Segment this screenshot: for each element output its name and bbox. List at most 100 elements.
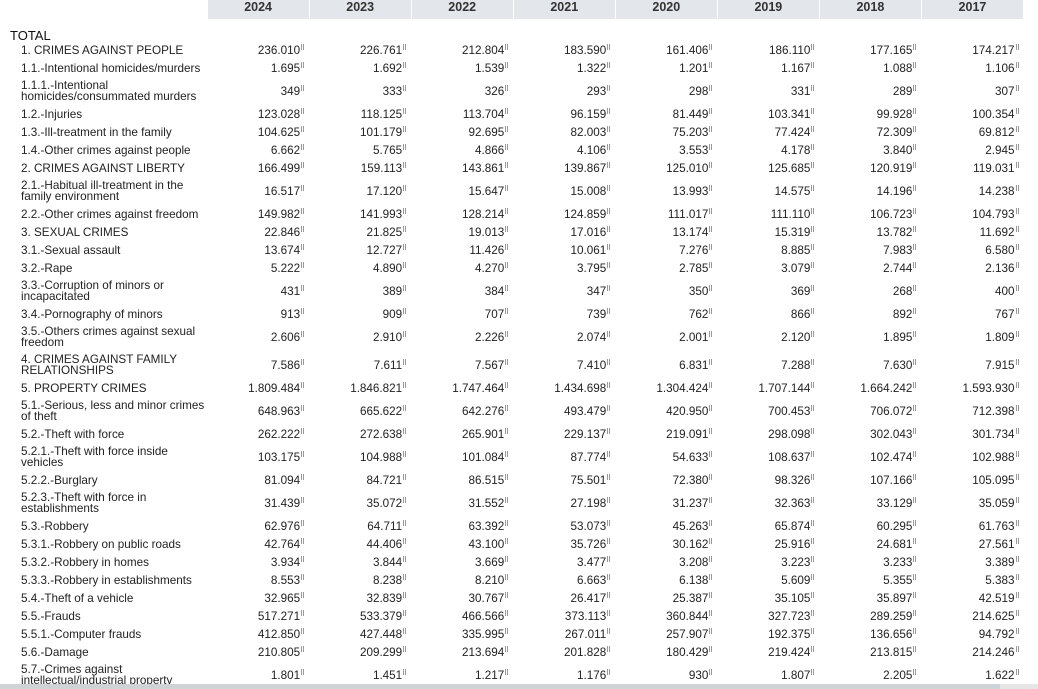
horizontal-scrollbar[interactable] <box>0 684 1038 689</box>
cell-value: 6.831 <box>679 358 709 372</box>
cell-value: 4.178 <box>781 143 811 157</box>
footnote-flag-icon <box>403 284 408 291</box>
footnote-flag-icon <box>709 207 714 214</box>
value-cell: 7.288 <box>717 351 819 379</box>
footnote-flag-icon <box>403 381 408 388</box>
cell-value: 700.453 <box>768 404 811 418</box>
cell-value: 3.208 <box>679 555 709 569</box>
cell-value: 533.379 <box>359 609 403 623</box>
footnote-flag-icon <box>709 143 714 150</box>
cell-value: 125.685 <box>768 161 811 175</box>
row-label: 5.3.2.-Robbery in homes <box>21 555 149 569</box>
value-cell: 75.203 <box>615 123 717 141</box>
footnote-flag-icon <box>913 307 918 314</box>
value-cell: 327.723 <box>717 607 819 625</box>
cell-value: 107.166 <box>870 473 913 487</box>
footnote-flag-icon <box>709 225 714 232</box>
value-cell: 35.105 <box>717 589 819 607</box>
cell-value: 8.238 <box>372 573 403 587</box>
footnote-flag-icon <box>1015 381 1020 388</box>
value-cell: 219.091 <box>615 425 717 443</box>
footnote-flag-icon <box>913 450 918 457</box>
value-cell: 360.844 <box>615 607 717 625</box>
footnote-flag-icon <box>709 450 714 457</box>
cell-value: 7.410 <box>577 358 607 372</box>
value-cell: 1.692 <box>309 59 411 77</box>
year-header-2018[interactable]: 2018 <box>819 0 922 19</box>
cell-value: 2.785 <box>679 261 709 275</box>
cell-value: 210.805 <box>257 645 301 659</box>
value-cell: 10.061 <box>513 241 615 259</box>
value-cell: 84.721 <box>309 471 411 489</box>
value-cell: 102.474 <box>819 443 921 471</box>
footnote-flag-icon <box>811 555 816 562</box>
value-cell: 166.499 <box>207 159 309 177</box>
cell-value: 412.850 <box>257 627 301 641</box>
footnote-flag-icon <box>811 627 816 634</box>
cell-value: 1.707.144 <box>758 381 811 395</box>
cell-value: 1.622 <box>985 668 1015 682</box>
cell-value: 2.910 <box>372 330 403 344</box>
value-cell: 767 <box>921 305 1023 323</box>
footnote-flag-icon <box>607 330 612 337</box>
footnote-flag-icon <box>607 555 612 562</box>
footnote-flag-icon <box>1015 645 1020 652</box>
year-header-2021[interactable]: 2021 <box>513 0 616 19</box>
value-cell: 6.580 <box>921 241 1023 259</box>
footnote-flag-icon <box>301 184 306 191</box>
cell-value: 1.176 <box>577 668 607 682</box>
row-label: 5.3.1.-Robbery on public roads <box>21 537 181 551</box>
footnote-flag-icon <box>709 107 714 114</box>
cell-value: 186.110 <box>768 43 811 57</box>
footnote-flag-icon <box>301 645 306 652</box>
footnote-flag-icon <box>709 284 714 291</box>
cell-value: 12.727 <box>366 243 403 257</box>
cell-value: 226.761 <box>359 43 403 57</box>
cell-value: 75.203 <box>672 125 709 139</box>
cell-value: 101.179 <box>359 125 403 139</box>
footnote-flag-icon <box>913 207 918 214</box>
horizontal-scrollbar-thumb[interactable] <box>0 684 1000 689</box>
cell-value: 762 <box>688 307 709 321</box>
year-header-row: 2024 2023 2022 2021 2020 2019 2018 2017 <box>0 0 1025 19</box>
footnote-flag-icon <box>709 61 714 68</box>
value-cell: 1.304.424 <box>615 379 717 397</box>
cell-value: 62.976 <box>264 519 301 533</box>
value-cell: 2.001 <box>615 323 717 351</box>
footnote-flag-icon <box>301 537 306 544</box>
footnote-flag-icon <box>709 243 714 250</box>
footnote-flag-icon <box>607 243 612 250</box>
cell-value: 1.895 <box>883 330 913 344</box>
footnote-flag-icon <box>913 358 918 365</box>
value-cell: 103.341 <box>717 105 819 123</box>
row-label: 1.2.-Injuries <box>21 107 83 121</box>
year-header-2017[interactable]: 2017 <box>921 0 1025 19</box>
footnote-flag-icon <box>505 496 510 503</box>
cell-value: 180.429 <box>666 645 709 659</box>
cell-value: 61.763 <box>978 519 1015 533</box>
footnote-flag-icon <box>709 668 714 675</box>
footnote-flag-icon <box>1015 609 1020 616</box>
footnote-flag-icon <box>811 43 816 50</box>
value-cell: 27.561 <box>921 535 1023 553</box>
value-cell: 265.901 <box>411 425 513 443</box>
footnote-flag-icon <box>913 537 918 544</box>
footnote-flag-icon <box>1015 161 1020 168</box>
footnote-flag-icon <box>811 519 816 526</box>
year-header-2019[interactable]: 2019 <box>717 0 820 19</box>
value-cell: 86.515 <box>411 471 513 489</box>
footnote-flag-icon <box>1015 450 1020 457</box>
cell-value: 333 <box>382 84 403 98</box>
year-header-2024[interactable]: 2024 <box>207 0 310 19</box>
footnote-flag-icon <box>505 645 510 652</box>
cell-value: 136.656 <box>870 627 913 641</box>
value-cell: 7.410 <box>513 351 615 379</box>
year-header-2020[interactable]: 2020 <box>615 0 718 19</box>
cell-value: 1.304.424 <box>656 381 709 395</box>
year-header-2022[interactable]: 2022 <box>411 0 514 19</box>
value-cell: 400 <box>921 277 1023 305</box>
value-cell: 219.424 <box>717 643 819 661</box>
footnote-flag-icon <box>811 537 816 544</box>
footnote-flag-icon <box>811 496 816 503</box>
year-header-2023[interactable]: 2023 <box>309 0 412 19</box>
